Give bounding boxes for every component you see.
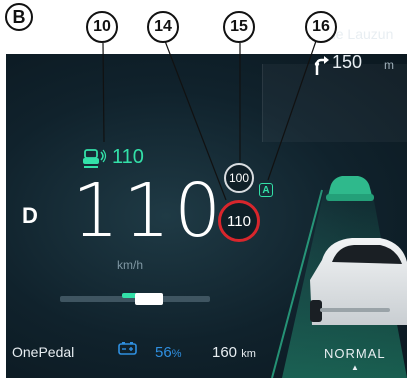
callout-14: 14 — [147, 11, 179, 43]
cruise-set-speed: 110 — [112, 146, 144, 168]
range-value: 160 — [212, 344, 238, 361]
callout-10: 10 — [86, 11, 118, 43]
nav-distance: 150 — [332, 52, 363, 72]
drive-mode-caret-icon: ▲ — [351, 363, 359, 372]
callout-16: 16 — [305, 11, 337, 43]
battery-percent-value: 56 — [155, 344, 172, 361]
one-pedal-indicator — [135, 293, 163, 305]
vehicle-following-icon — [82, 148, 108, 170]
battery-percent: 56% — [155, 344, 181, 361]
battery-percent-unit: % — [171, 348, 182, 360]
speed-limit-sign: 110 — [218, 200, 260, 242]
battery-icon — [118, 342, 138, 355]
callout-15: 15 — [223, 11, 255, 43]
adas-road-view — [271, 176, 407, 378]
recognized-speed-sign: 100 — [224, 163, 254, 193]
current-speed: 110 — [72, 168, 226, 254]
range-remaining: 160 km — [212, 344, 256, 361]
lead-vehicle — [326, 176, 374, 201]
speed-unit: km/h — [117, 258, 144, 272]
nav-distance-unit: m — [384, 58, 394, 72]
figure-label: B — [5, 3, 33, 31]
turn-right-arrow-icon — [311, 54, 331, 81]
one-pedal-label: OnePedal — [12, 344, 75, 360]
drive-mode: NORMAL — [324, 346, 386, 361]
gear-indicator: D — [22, 203, 38, 228]
navigation-panel — [262, 64, 408, 142]
range-unit: km — [241, 348, 256, 360]
